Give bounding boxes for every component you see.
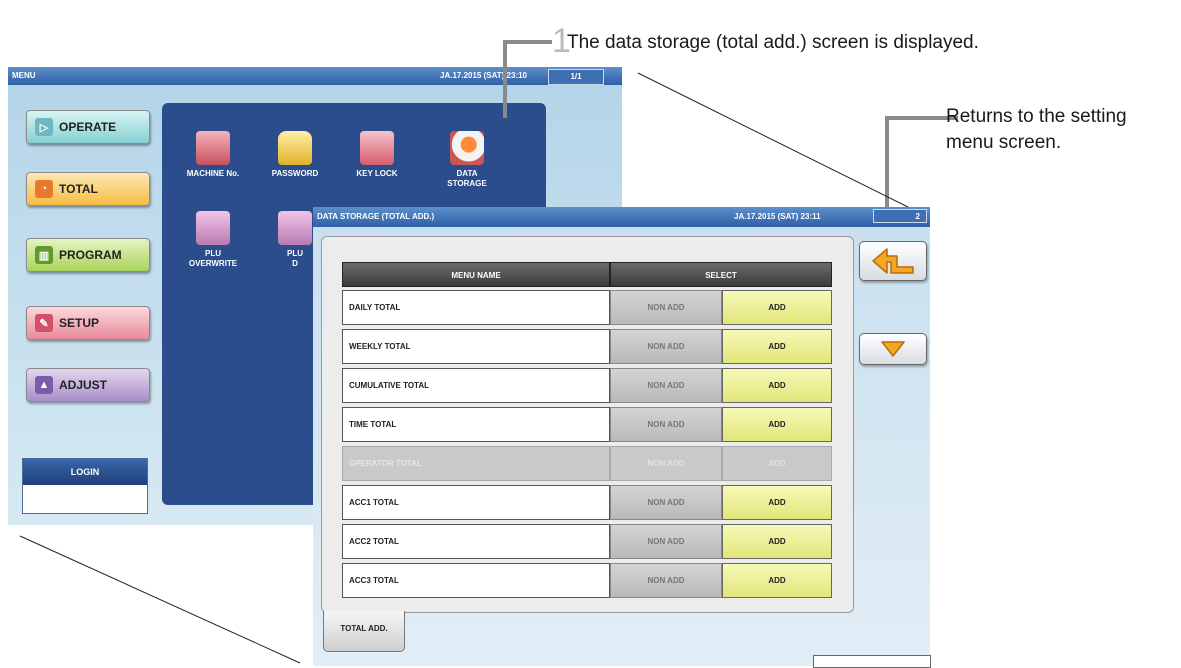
tile-data-storage[interactable]: DATA STORAGE xyxy=(424,131,510,189)
non-add-button[interactable]: NON ADD xyxy=(610,563,722,598)
menu-window-title: MENU xyxy=(12,71,36,80)
row-name: TIME TOTAL xyxy=(342,407,610,442)
data-storage-window: DATA STORAGE (TOTAL ADD.) JA.17.2015 (SA… xyxy=(313,207,931,668)
return-arrow-icon xyxy=(872,248,914,274)
number-icon xyxy=(196,131,230,165)
row-name: CUMULATIVE TOTAL xyxy=(342,368,610,403)
tile-label: DATA xyxy=(456,169,478,178)
tile-label: STORAGE xyxy=(447,179,487,188)
operate-button[interactable]: ▷ OPERATE xyxy=(26,110,150,144)
non-add-button[interactable]: NON ADD xyxy=(610,290,722,325)
table-row: ACC2 TOTAL NON ADD ADD xyxy=(342,524,832,559)
tile-key-lock[interactable]: KEY LOCK xyxy=(334,131,420,179)
setup-label: SETUP xyxy=(59,316,100,330)
table-row: CUMULATIVE TOTAL NON ADD ADD xyxy=(342,368,832,403)
program-button[interactable]: ▥ PROGRAM xyxy=(26,238,150,272)
menu-datetime: JA.17.2015 (SAT) 23:10 xyxy=(440,71,528,80)
total-button[interactable]: ◔ TOTAL xyxy=(26,172,150,206)
step-description: The data storage (total add.) screen is … xyxy=(567,32,979,53)
storage-title-bar: DATA STORAGE (TOTAL ADD.) JA.17.2015 (SA… xyxy=(313,207,930,227)
header-menu-name: MENU NAME xyxy=(342,262,610,287)
adjust-label: ADJUST xyxy=(59,378,108,392)
wrench-icon: ✎ xyxy=(35,314,53,332)
return-button[interactable] xyxy=(859,241,927,281)
total-add-panel: MENU NAME SELECT DAILY TOTAL NON ADD ADD… xyxy=(321,236,854,613)
storage-datetime: JA.17.2015 (SAT) 23:11 xyxy=(734,212,821,221)
add-button[interactable]: ADD xyxy=(722,290,832,325)
bottom-right-box xyxy=(813,655,931,668)
tile-label: PASSWORD xyxy=(271,169,319,178)
play-icon: ▷ xyxy=(35,118,53,136)
tile-label: KEY LOCK xyxy=(356,169,398,178)
add-button[interactable]: ADD xyxy=(722,329,832,364)
tile-password[interactable]: PASSWORD xyxy=(252,131,338,179)
table-row: DAILY TOTAL NON ADD ADD xyxy=(342,290,832,325)
add-button: ADD xyxy=(722,446,832,481)
non-add-button[interactable]: NON ADD xyxy=(610,407,722,442)
tile-label: PLU xyxy=(205,249,221,258)
table-row: ACC3 TOTAL NON ADD ADD xyxy=(342,563,832,598)
storage-icon xyxy=(450,131,484,165)
non-add-button[interactable]: NON ADD xyxy=(610,485,722,520)
adjust-button[interactable]: ▲ ADJUST xyxy=(26,368,150,402)
book-icon: ▥ xyxy=(35,246,53,264)
table-row: ACC1 TOTAL NON ADD ADD xyxy=(342,485,832,520)
add-button[interactable]: ADD xyxy=(722,407,832,442)
add-button[interactable]: ADD xyxy=(722,368,832,403)
login-box[interactable]: LOGIN xyxy=(22,458,148,514)
plu-icon xyxy=(278,211,312,245)
row-name: ACC2 TOTAL xyxy=(342,524,610,559)
operate-label: OPERATE xyxy=(59,120,117,134)
return-description-line2: menu screen. xyxy=(946,132,1062,153)
keypad-icon xyxy=(360,131,394,165)
table-row: TIME TOTAL NON ADD ADD xyxy=(342,407,832,442)
triangle-down-icon xyxy=(881,341,905,357)
lock-icon xyxy=(278,131,312,165)
total-label: TOTAL xyxy=(59,182,98,196)
storage-window-title: DATA STORAGE (TOTAL ADD.) xyxy=(317,212,435,221)
tile-machine-no[interactable]: MACHINE No. xyxy=(170,131,256,179)
login-label: LOGIN xyxy=(23,459,147,485)
non-add-button: NON ADD xyxy=(610,446,722,481)
add-button[interactable]: ADD xyxy=(722,563,832,598)
program-label: PROGRAM xyxy=(59,248,122,262)
row-name: OPERATOR TOTAL xyxy=(342,446,610,481)
add-button[interactable]: ADD xyxy=(722,524,832,559)
header-select: SELECT xyxy=(610,262,832,287)
zoom-line-bottom xyxy=(19,535,301,664)
setup-button[interactable]: ✎ SETUP xyxy=(26,306,150,340)
scale-icon: ▲ xyxy=(35,376,53,394)
plu-icon xyxy=(196,211,230,245)
table-row-disabled: OPERATOR TOTAL NON ADD ADD xyxy=(342,446,832,481)
add-button[interactable]: ADD xyxy=(722,485,832,520)
menu-page-indicator: 1/1 xyxy=(548,69,604,85)
clock-icon: ◔ xyxy=(35,180,53,198)
tile-plu-overwrite[interactable]: PLU OVERWRITE xyxy=(170,211,256,269)
return-description-line1: Returns to the setting xyxy=(946,106,1127,127)
non-add-button[interactable]: NON ADD xyxy=(610,524,722,559)
tab-total-add[interactable]: TOTAL ADD. xyxy=(323,611,405,652)
table-row: WEEKLY TOTAL NON ADD ADD xyxy=(342,329,832,364)
tile-label: MACHINE No. xyxy=(186,169,240,178)
row-name: ACC3 TOTAL xyxy=(342,563,610,598)
row-name: WEEKLY TOTAL xyxy=(342,329,610,364)
menu-title-bar: MENU JA.17.2015 (SAT) 23:10 1/1 xyxy=(8,67,622,85)
storage-page-indicator: 2 xyxy=(873,209,927,223)
non-add-button[interactable]: NON ADD xyxy=(610,368,722,403)
non-add-button[interactable]: NON ADD xyxy=(610,329,722,364)
row-name: ACC1 TOTAL xyxy=(342,485,610,520)
row-name: DAILY TOTAL xyxy=(342,290,610,325)
zoom-line-top xyxy=(637,72,919,213)
scroll-down-button[interactable] xyxy=(859,333,927,365)
tile-label: OVERWRITE xyxy=(188,259,238,268)
